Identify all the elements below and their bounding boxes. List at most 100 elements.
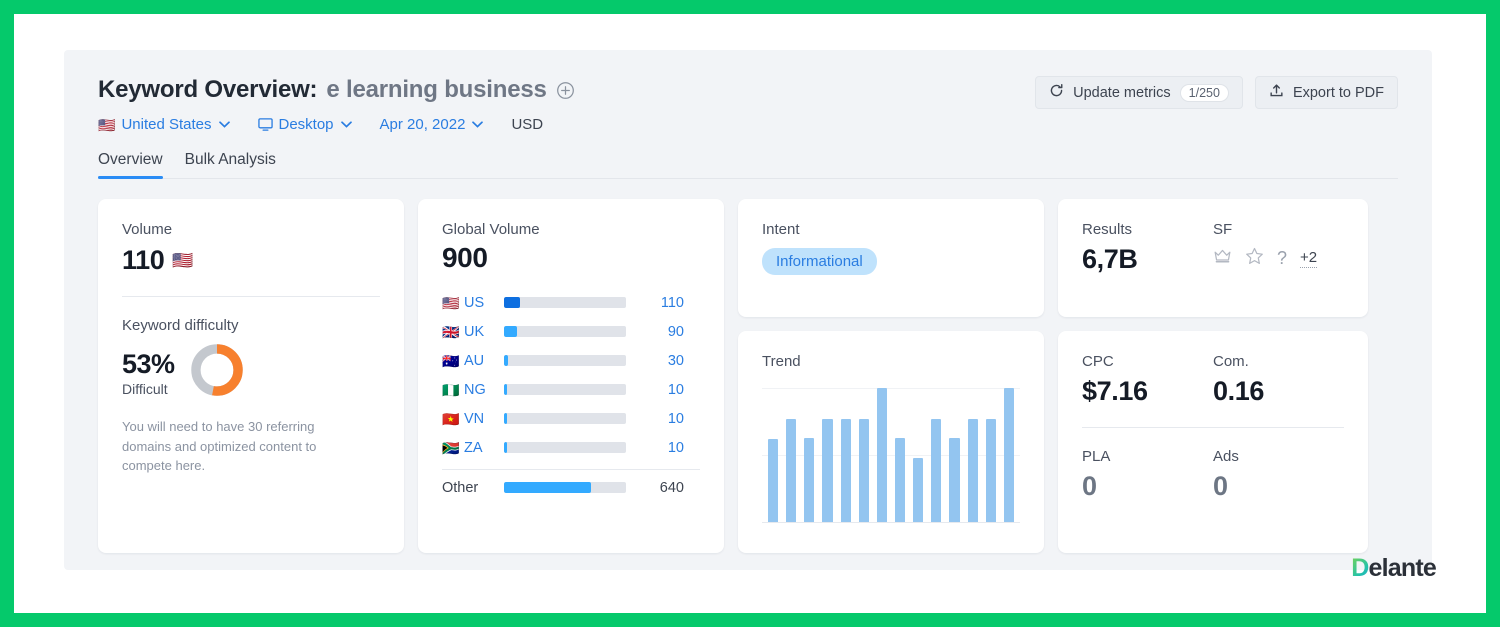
volume-bar-fill [504,355,508,366]
com-label: Com. [1213,353,1344,370]
metrics-column: Results 6,7B SF [1058,199,1368,553]
com-value: 0.16 [1213,376,1344,407]
global-volume-row: 🇬🇧UK90 [442,317,700,346]
chevron-down-icon [341,121,352,128]
tab-overview[interactable]: Overview [98,151,163,178]
global-volume-row: 🇳🇬NG10 [442,375,700,404]
footer: Delante [1351,554,1436,583]
tab-bulk-analysis[interactable]: Bulk Analysis [185,151,276,178]
volume-bar-fill [504,413,507,424]
keyword-difficulty-rating: Difficult [122,381,175,397]
country-code[interactable]: US [464,295,504,311]
crown-icon[interactable] [1213,248,1232,269]
tab-bar: Overview Bulk Analysis [98,151,1398,179]
database-label: United States [121,116,211,133]
device-label: Desktop [279,116,334,133]
country-flag-icon: 🇻🇳 [442,412,464,426]
global-volume-value: 900 [442,242,700,274]
refresh-icon [1049,83,1064,102]
country-code[interactable]: ZA [464,440,504,456]
chevron-down-icon [472,121,483,128]
pla-label: PLA [1082,448,1213,465]
volume-bar-track [504,413,626,424]
intent-card: Intent Informational [738,199,1044,317]
trend-bar [913,458,923,522]
export-pdf-button[interactable]: Export to PDF [1255,76,1398,109]
cpc-value: $7.16 [1082,376,1213,407]
trend-chart [762,388,1020,523]
sf-icon-list: ? +2 [1213,247,1344,270]
intent-label: Intent [762,221,1020,238]
intent-trend-column: Intent Informational Trend [738,199,1044,553]
logo-initial: D [1351,554,1368,583]
intent-badge[interactable]: Informational [762,248,877,275]
country-volume-value: 90 [626,324,684,340]
trend-label: Trend [762,353,1020,370]
monitor-icon [258,117,273,132]
global-volume-list: 🇺🇸US110🇬🇧UK90🇦🇺AU30🇳🇬NG10🇻🇳VN10🇿🇦ZA10Oth… [442,288,700,502]
country-volume-value: 10 [626,411,684,427]
date-label: Apr 20, 2022 [380,116,466,133]
global-volume-row: 🇻🇳VN 10 [442,404,700,433]
trend-bar [804,438,814,522]
global-volume-row: 🇿🇦ZA10 [442,433,700,462]
ads-block: Ads 0 [1213,448,1344,502]
trend-card: Trend [738,331,1044,553]
trend-bar [841,419,851,522]
page-title: Keyword Overview: [98,76,317,104]
update-metrics-counter: 1/250 [1180,84,1229,102]
us-flag-icon: 🇺🇸 [172,252,193,269]
sf-more-link[interactable]: +2 [1300,249,1317,268]
device-selector[interactable]: Desktop [258,116,352,133]
update-metrics-button[interactable]: Update metrics 1/250 [1035,76,1243,109]
global-volume-card: Global Volume 900 🇺🇸US110🇬🇧UK90🇦🇺AU30🇳🇬N… [418,199,724,553]
plus-circle-icon[interactable] [556,81,575,100]
country-code[interactable]: NG [464,382,504,398]
sf-label: SF [1213,221,1344,238]
trend-bar [786,419,796,522]
volume-bar-fill [504,384,507,395]
date-selector[interactable]: Apr 20, 2022 [380,116,484,133]
keyword-difficulty-label: Keyword difficulty [122,317,380,334]
volume-bar-track [504,355,626,366]
divider [1082,427,1344,428]
pla-block: PLA 0 [1082,448,1213,502]
cpc-com-row: CPC $7.16 Com. 0.16 [1082,353,1344,407]
country-volume-value: 110 [626,295,684,311]
database-selector[interactable]: 🇺🇸 United States [98,116,230,133]
volume-card: Volume 110 🇺🇸 Keyword difficulty 53% Dif… [98,199,404,553]
keyword-difficulty-value: 53% [122,349,175,380]
star-icon[interactable] [1245,247,1264,270]
pla-ads-row: PLA 0 Ads 0 [1082,448,1344,502]
keyword-difficulty-note: You will need to have 30 referring domai… [122,417,354,476]
volume-bar-track [504,326,626,337]
volume-bar-track [504,482,626,493]
currency-label: USD [511,116,543,133]
screenshot-frame: Keyword Overview: e learning business 🇺🇸… [0,0,1500,627]
keyword-difficulty-row: 53% Difficult [122,342,380,403]
results-sf-card: Results 6,7B SF [1058,199,1368,317]
global-volume-label: Global Volume [442,221,700,238]
country-volume-value: 10 [626,440,684,456]
results-value: 6,7B [1082,244,1213,275]
global-volume-row-other: Other 640 [442,473,700,502]
chevron-down-icon [219,121,230,128]
trend-bar [859,419,869,522]
volume-bar-track [504,297,626,308]
country-code[interactable]: UK [464,324,504,340]
country-code[interactable]: VN [464,411,504,427]
results-label: Results [1082,221,1213,238]
keyword-text: e learning business [326,76,546,104]
other-volume-value: 640 [626,480,684,496]
volume-bar-fill [504,442,507,453]
divider [122,296,380,297]
trend-bar [768,439,778,522]
other-label: Other [442,480,504,496]
ads-label: Ads [1213,448,1344,465]
top-actions: Update metrics 1/250 Export to PDF [1035,76,1398,109]
country-code[interactable]: AU [464,353,504,369]
trend-bar [949,438,959,522]
trend-bar [931,419,941,522]
trend-bar [822,419,832,522]
question-mark-icon[interactable]: ? [1277,248,1287,269]
